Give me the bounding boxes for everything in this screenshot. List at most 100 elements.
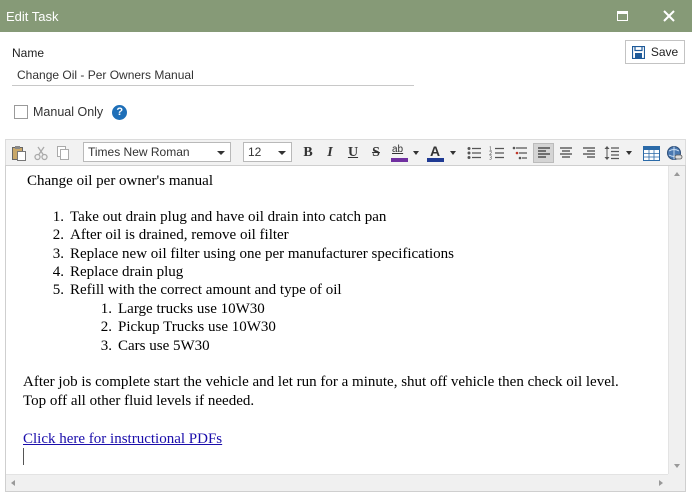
scroll-left-icon[interactable] [11, 480, 15, 486]
sub-list-item: 1. Large trucks use 10W30 [90, 300, 265, 318]
cut-button[interactable] [31, 143, 51, 163]
list-item-text: Replace drain plug [70, 264, 184, 280]
table-icon [642, 145, 660, 161]
closing-paragraph-line2: Top off all other fluid levels if needed… [23, 393, 255, 409]
sub-list-item: 2. Pickup Trucks use 10W30 [90, 318, 276, 336]
scroll-up-icon[interactable] [674, 172, 680, 176]
list-number: 3. [52, 246, 64, 262]
list-item-text: Cars use 5W30 [118, 338, 210, 354]
numbered-list-button[interactable]: 1 2 3 [487, 143, 507, 163]
highlight-color-swatch [391, 158, 408, 162]
save-button[interactable]: Save [625, 40, 685, 64]
align-center-button[interactable] [556, 143, 576, 163]
multilevel-list-button[interactable] [510, 143, 530, 163]
list-item: 1. Take out drain plug and have oil drain… [42, 208, 387, 226]
copy-icon [57, 146, 69, 160]
chevron-down-icon [217, 151, 225, 155]
sub-list-item: 3. Cars use 5W30 [90, 337, 210, 355]
save-icon [631, 45, 645, 59]
font-family-select[interactable]: Times New Roman [83, 142, 231, 162]
cut-icon [34, 146, 48, 161]
align-left-icon [537, 147, 550, 158]
list-item-text: Large trucks use 10W30 [118, 301, 265, 317]
line-spacing-dropdown[interactable] [624, 143, 634, 163]
highlight-glyph: ab [392, 144, 404, 155]
scroll-right-icon[interactable] [659, 480, 663, 486]
chevron-down-icon [450, 151, 456, 155]
font-color-icon: A [427, 143, 445, 162]
list-number: 2. [100, 319, 112, 335]
multilevel-list-icon [512, 146, 527, 160]
manual-only-label: Manual Only [33, 105, 104, 119]
chevron-down-icon [278, 151, 286, 155]
font-color-button[interactable]: A [426, 143, 446, 163]
list-item: 3. Replace new oil filter using one per m… [42, 245, 454, 263]
highlight-icon: ab [391, 144, 409, 162]
list-item: 2. After oil is drained, remove oil filte… [42, 226, 289, 244]
font-size-value: 12 [248, 145, 262, 159]
close-icon [663, 10, 675, 22]
editor-toolbar: Times New Roman 12 B I U S ab A 1 2 3 [5, 139, 686, 165]
list-item-text: After oil is drained, remove oil filter [70, 227, 289, 243]
list-number: 1. [52, 209, 64, 225]
font-family-value: Times New Roman [88, 145, 190, 159]
font-color-dropdown[interactable] [448, 143, 458, 163]
text-cursor [23, 448, 24, 465]
copy-button[interactable] [53, 143, 73, 163]
bold-button[interactable]: B [298, 143, 318, 163]
window-title: Edit Task [6, 9, 59, 24]
scroll-down-icon[interactable] [674, 464, 680, 468]
underline-button[interactable]: U [343, 143, 363, 163]
scrollbar-corner [668, 474, 685, 491]
line-spacing-icon [604, 146, 619, 160]
hyperlink-icon [666, 145, 682, 160]
line-spacing-button[interactable] [602, 143, 622, 163]
strikethrough-button[interactable]: S [366, 143, 386, 163]
manual-only-checkbox[interactable] [14, 105, 28, 119]
close-button[interactable] [655, 4, 683, 28]
font-size-select[interactable]: 12 [243, 142, 292, 162]
list-number: 1. [100, 301, 112, 317]
chevron-down-icon [413, 151, 419, 155]
list-item-text: Refill with the correct amount and type … [70, 282, 342, 298]
highlight-dropdown[interactable] [411, 143, 421, 163]
font-color-glyph: A [430, 143, 441, 159]
list-item-text: Take out drain plug and have oil drain i… [70, 209, 387, 225]
list-item: 4. Replace drain plug [42, 263, 184, 281]
align-right-button[interactable] [579, 143, 599, 163]
name-label: Name [12, 46, 45, 60]
list-number: 3. [100, 338, 112, 354]
align-center-icon [560, 147, 572, 158]
editor-content[interactable]: Change oil per owner's manual 1. Take out… [6, 166, 668, 474]
table-button[interactable] [640, 143, 662, 163]
paste-icon [12, 146, 26, 161]
align-right-icon [583, 147, 595, 158]
list-number: 2. [52, 227, 64, 243]
name-input[interactable] [12, 64, 414, 86]
chevron-down-icon [626, 151, 632, 155]
bullet-list-button[interactable] [464, 143, 484, 163]
list-number: 4. [52, 264, 64, 280]
align-left-button[interactable] [533, 143, 554, 163]
italic-button[interactable]: I [320, 143, 340, 163]
list-item-text: Pickup Trucks use 10W30 [118, 319, 276, 335]
list-item: 5. Refill with the correct amount and typ… [42, 281, 342, 299]
highlight-button[interactable]: ab [390, 143, 410, 163]
svg-text:3: 3 [489, 156, 492, 162]
document-heading: Change oil per owner's manual [27, 173, 213, 189]
maximize-icon [616, 11, 628, 21]
instructional-pdfs-link[interactable]: Click here for instructional PDFs [23, 430, 222, 448]
rich-text-editor[interactable]: Change oil per owner's manual 1. Take out… [5, 165, 686, 492]
font-color-swatch [427, 158, 444, 162]
list-number: 5. [52, 282, 64, 298]
vertical-scrollbar[interactable] [668, 166, 685, 474]
paste-button[interactable] [9, 143, 29, 163]
bullet-list-icon [467, 147, 481, 159]
maximize-button[interactable] [608, 4, 636, 28]
closing-paragraph-line1: After job is complete start the vehicle … [23, 374, 619, 390]
save-label: Save [650, 45, 679, 59]
title-bar: Edit Task [0, 0, 692, 32]
hyperlink-button[interactable] [664, 143, 684, 163]
help-icon[interactable]: ? [112, 104, 128, 120]
horizontal-scrollbar[interactable] [6, 474, 668, 491]
